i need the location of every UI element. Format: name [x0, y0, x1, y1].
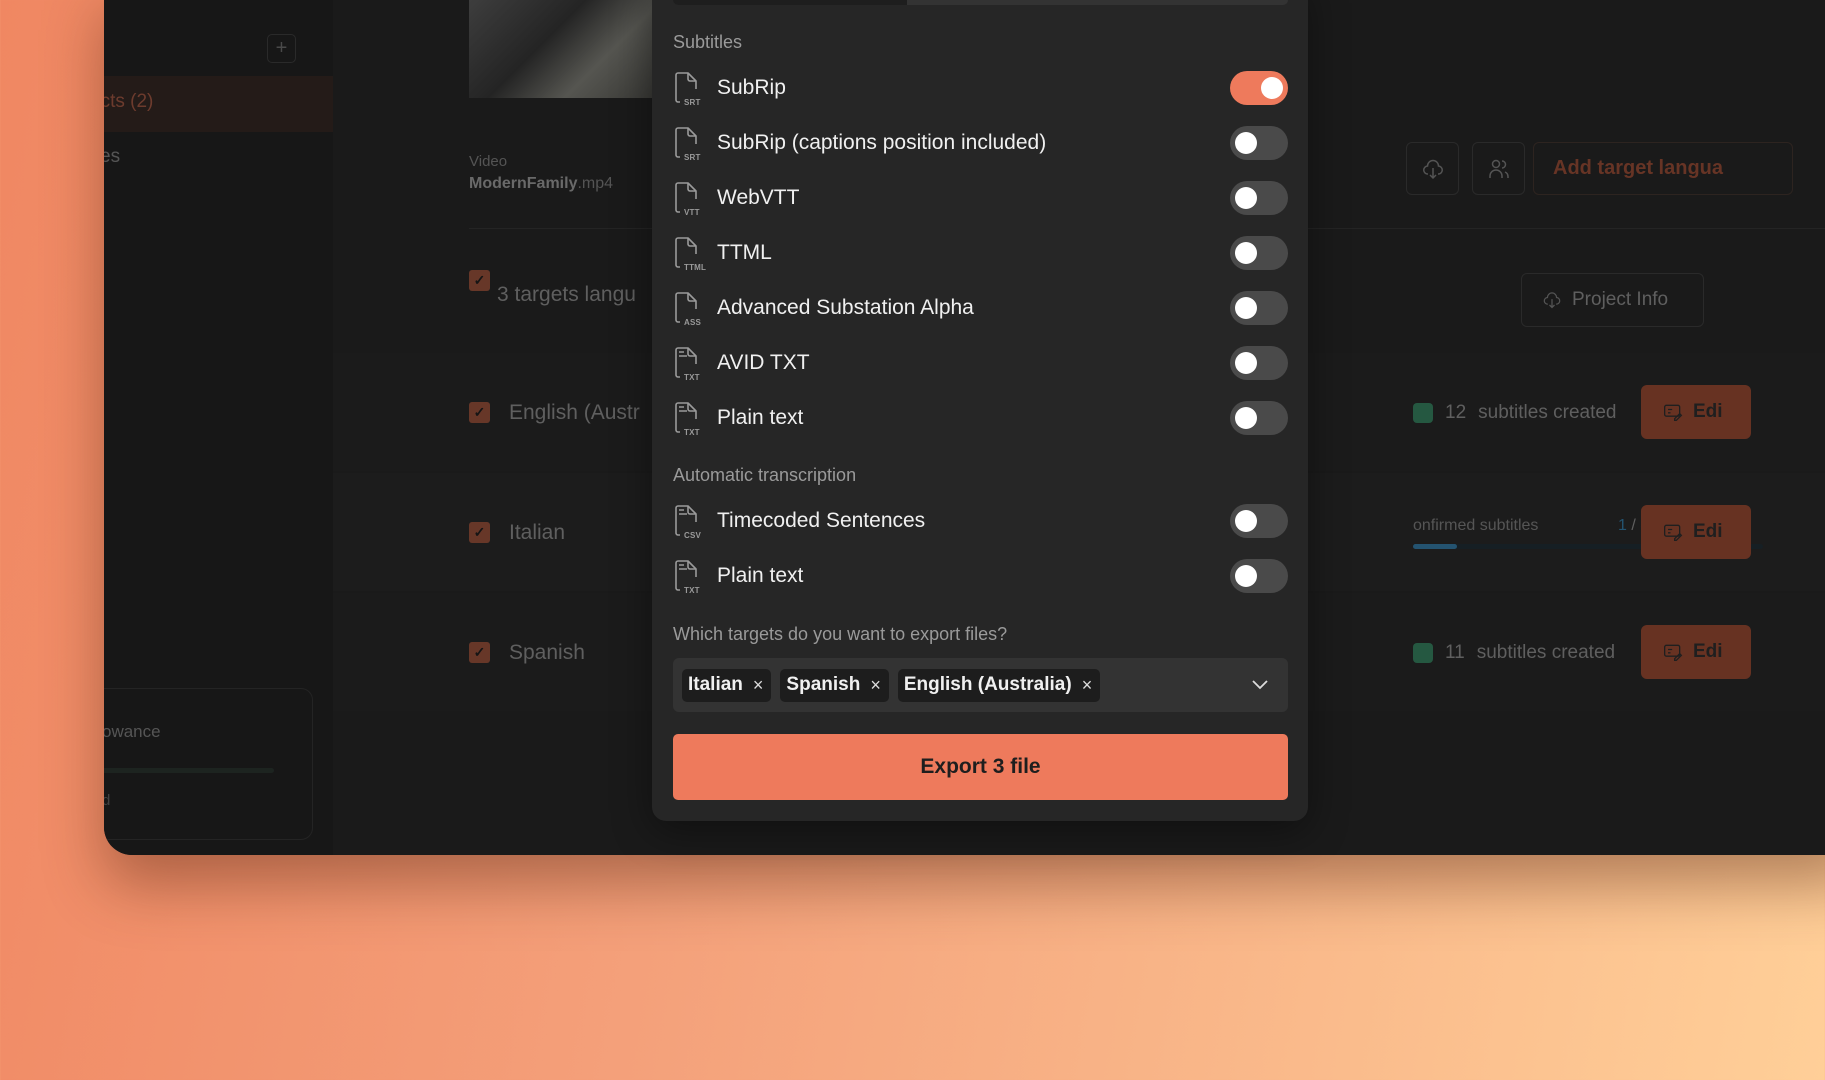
file-icon: TTML [673, 235, 707, 272]
file-text-icon: TXT [673, 400, 703, 437]
file-icon: VTT [673, 180, 703, 217]
targets-question: Which targets do you want to export file… [673, 624, 1008, 644]
format-label: Plain text [717, 406, 804, 429]
format-label: SubRip [717, 76, 786, 99]
toggle-knob [1235, 297, 1257, 319]
modal-top-bar [673, 0, 1288, 5]
format-toggle[interactable] [1230, 401, 1288, 435]
toggle-knob [1235, 565, 1257, 587]
modal-top-bar-fill [673, 0, 907, 5]
format-option: CSV Timecoded Sentences [673, 501, 1288, 541]
subtitles-section-label: Subtitles [673, 32, 743, 52]
format-option: TXT Plain text [673, 398, 1288, 438]
format-option: SRT SubRip (captions position included) [673, 123, 1288, 163]
toggle-knob [1235, 242, 1257, 264]
format-label: Plain text [717, 564, 804, 587]
remove-chip-icon[interactable]: × [753, 675, 764, 696]
export-modal: Subtitles SRT SubRip SRT SubRip (captions … [652, 0, 1308, 821]
toggle-knob [1235, 132, 1257, 154]
file-ext-label: ASS [684, 318, 702, 327]
file-ext-label: TTML [684, 263, 707, 272]
format-option: ASS Advanced Substation Alpha [673, 288, 1288, 328]
export-button[interactable]: Export 3 file [673, 734, 1288, 800]
format-option: TTML TTML [673, 233, 1288, 273]
format-label: SubRip (captions position included) [717, 131, 1047, 154]
target-chip-label: Italian [688, 674, 743, 695]
format-toggle[interactable] [1230, 71, 1288, 105]
format-label: AVID TXT [717, 351, 810, 374]
format-option: TXT AVID TXT [673, 343, 1288, 383]
chevron-down-icon[interactable] [1248, 672, 1272, 696]
format-label: WebVTT [717, 186, 800, 209]
format-toggle[interactable] [1230, 291, 1288, 325]
format-option: SRT SubRip [673, 68, 1288, 108]
target-chip-label: Spanish [786, 674, 861, 695]
format-toggle[interactable] [1230, 126, 1288, 160]
toggle-knob [1235, 352, 1257, 374]
format-toggle[interactable] [1230, 346, 1288, 380]
remove-chip-icon[interactable]: × [870, 675, 881, 696]
format-toggle[interactable] [1230, 559, 1288, 593]
format-toggle[interactable] [1230, 181, 1288, 215]
file-ext-label: SRT [684, 98, 701, 107]
toggle-knob [1235, 407, 1257, 429]
format-toggle[interactable] [1230, 504, 1288, 538]
transcription-section-label: Automatic transcription [673, 465, 857, 485]
file-text-icon: CSV [673, 503, 703, 540]
file-ext-label: TXT [684, 373, 700, 382]
file-ext-label: TXT [684, 586, 700, 595]
remove-chip-icon[interactable]: × [1082, 675, 1093, 696]
toggle-knob [1261, 77, 1283, 99]
target-chip: Spanish × [780, 668, 889, 702]
file-ext-label: CSV [684, 531, 702, 540]
file-ext-label: SRT [684, 153, 701, 162]
format-toggle[interactable] [1230, 236, 1288, 270]
format-option: TXT Plain text [673, 556, 1288, 596]
file-text-icon: TXT [673, 558, 703, 595]
target-chip: Italian × [682, 668, 772, 702]
toggle-knob [1235, 510, 1257, 532]
file-text-icon: TXT [673, 345, 703, 382]
format-label: Advanced Substation Alpha [717, 296, 974, 319]
format-label: TTML [717, 241, 772, 264]
file-ext-label: VTT [684, 208, 700, 217]
file-ext-label: TXT [684, 428, 700, 437]
targets-multiselect[interactable]: Italian × Spanish × English (Australia) × [673, 658, 1288, 712]
toggle-knob [1235, 187, 1257, 209]
file-icon: SRT [673, 70, 703, 107]
target-chip: English (Australia) × [897, 668, 1101, 702]
target-chip-label: English (Australia) [903, 674, 1072, 695]
format-option: VTT WebVTT [673, 178, 1288, 218]
format-label: Timecoded Sentences [717, 509, 926, 532]
file-icon: SRT [673, 125, 703, 162]
file-icon: ASS [673, 290, 703, 327]
